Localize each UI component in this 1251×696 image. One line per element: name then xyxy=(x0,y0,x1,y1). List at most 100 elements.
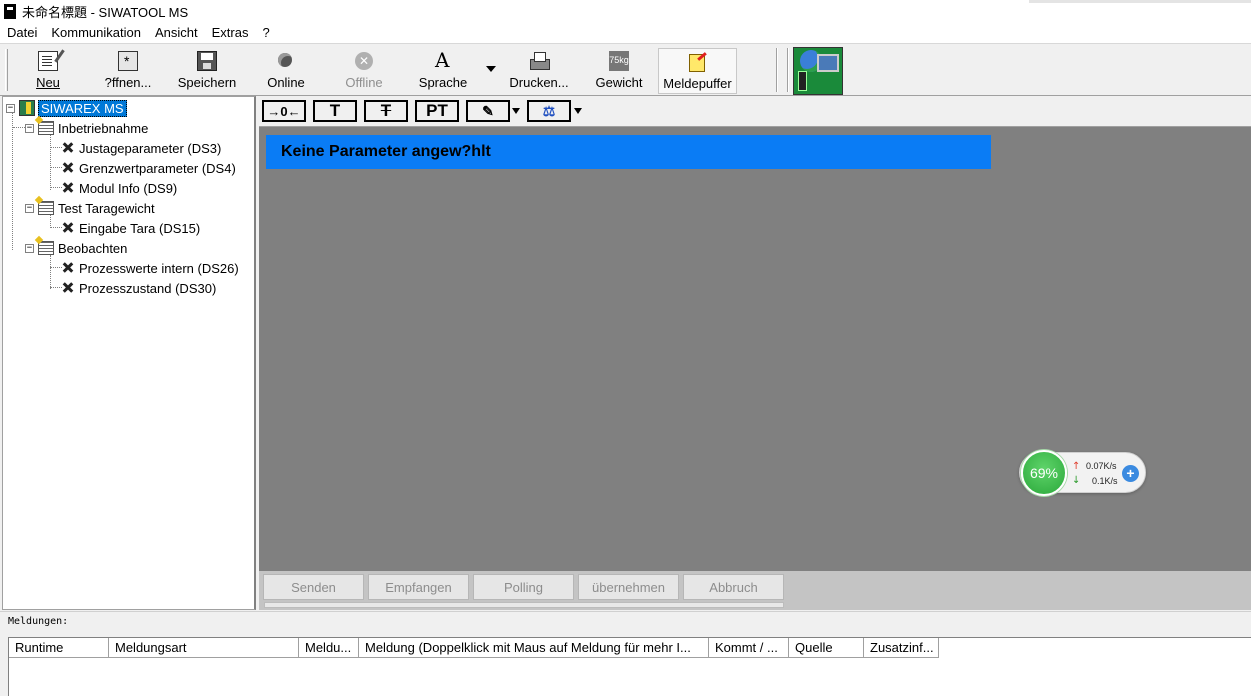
collapse-icon[interactable]: − xyxy=(25,243,34,253)
tree-item-test-taragewicht[interactable]: − Test Taragewicht xyxy=(25,198,155,218)
tree-item-label: Prozesswerte intern (DS26) xyxy=(79,260,239,276)
tree-item-justageparameter[interactable]: Justageparameter (DS3) xyxy=(61,138,221,158)
toolbar-separator xyxy=(787,48,789,92)
menu-bar: Datei Kommunikation Ansicht Extras ? xyxy=(0,22,1251,43)
tree-item-modul-info[interactable]: Modul Info (DS9) xyxy=(61,178,177,198)
menu-kommunikation[interactable]: Kommunikation xyxy=(44,25,148,40)
siwarex-logo-icon xyxy=(793,47,843,95)
open-folder-icon xyxy=(118,51,138,71)
network-speed-widget[interactable]: 69% ↑ 0.07K/s ↓ 0.1K/s + xyxy=(1019,450,1146,496)
tree-item-label: Modul Info (DS9) xyxy=(79,180,178,196)
column-header-additional-info[interactable]: Zusatzinf... xyxy=(864,638,939,658)
tree-item-inbetriebnahme[interactable]: − Inbetriebnahme xyxy=(25,118,148,138)
plus-icon[interactable]: + xyxy=(1122,465,1139,482)
tree-line xyxy=(12,112,13,250)
weight-button[interactable]: 75kg Gewicht xyxy=(590,48,648,94)
tree-item-root[interactable]: − SIWAREX MS xyxy=(6,98,127,118)
service-dropdown-arrow-icon[interactable] xyxy=(512,108,520,114)
title-bar-shadow xyxy=(1029,0,1251,3)
online-label: Online xyxy=(267,75,305,90)
app-icon xyxy=(4,3,16,19)
apply-button[interactable]: übernehmen xyxy=(578,574,679,600)
polling-button[interactable]: Polling xyxy=(473,574,574,600)
tare-button[interactable]: T xyxy=(313,100,357,122)
online-button[interactable]: Online xyxy=(258,48,314,94)
print-label: Drucken... xyxy=(509,75,569,90)
tree-item-grenzwertparameter[interactable]: Grenzwertparameter (DS4) xyxy=(61,158,236,178)
receive-button[interactable]: Empfangen xyxy=(368,574,469,600)
parameter-tools-icon xyxy=(61,161,75,175)
tree-item-prozesszustand[interactable]: Prozesszustand (DS30) xyxy=(61,278,216,298)
menu-ansicht[interactable]: Ansicht xyxy=(148,25,205,40)
collapse-icon[interactable]: − xyxy=(6,103,15,113)
printer-icon xyxy=(529,51,550,71)
offline-disconnect-icon xyxy=(354,51,374,71)
folder-group-icon xyxy=(38,241,54,255)
scale-balance-icon: ⚖ xyxy=(542,102,556,119)
tree-item-prozesswerte[interactable]: Prozesswerte intern (DS26) xyxy=(61,258,239,278)
print-button[interactable]: Drucken... xyxy=(506,48,572,94)
offline-button[interactable]: Offline xyxy=(336,48,392,94)
navigation-tree: − SIWAREX MS − Inbetriebnahme Justagepar… xyxy=(2,96,256,610)
tree-group-label: Test Taragewicht xyxy=(58,200,155,216)
tree-item-eingabe-tara[interactable]: Eingabe Tara (DS15) xyxy=(61,218,200,238)
menu-help[interactable]: ? xyxy=(255,25,276,40)
new-button[interactable]: Neu xyxy=(20,48,76,94)
usage-percent[interactable]: 69% xyxy=(1021,450,1067,496)
tree-item-label: Grenzwertparameter (DS4) xyxy=(79,160,236,176)
online-connect-icon xyxy=(276,51,296,71)
language-icon xyxy=(433,49,453,71)
scale-dropdown-arrow-icon[interactable] xyxy=(574,108,582,114)
cancel-button[interactable]: Abbruch xyxy=(683,574,784,600)
tree-item-label: Justageparameter (DS3) xyxy=(79,140,222,156)
open-button[interactable]: ?ffnen... xyxy=(96,48,160,94)
collapse-icon[interactable]: − xyxy=(25,203,34,213)
siwarex-module-icon xyxy=(19,100,35,116)
menu-datei[interactable]: Datei xyxy=(0,25,44,40)
download-speed: 0.1K/s xyxy=(1092,476,1118,486)
scale-button[interactable]: ⚖ xyxy=(527,100,571,122)
preset-tare-button[interactable]: PT xyxy=(415,100,459,122)
column-header-runtime[interactable]: Runtime xyxy=(9,638,109,658)
menu-extras[interactable]: Extras xyxy=(205,25,256,40)
tare-label: T xyxy=(329,101,341,120)
parameter-tools-icon xyxy=(61,221,75,235)
column-header-message-no[interactable]: Meldu... xyxy=(299,638,359,658)
cancel-label: Abbruch xyxy=(709,579,758,595)
language-dropdown-arrow-icon[interactable] xyxy=(486,66,496,72)
messages-panel: Meldungen: Runtime Meldungsart Meldu... … xyxy=(0,611,1251,696)
tree-item-label: Eingabe Tara (DS15) xyxy=(79,220,201,236)
title-bar: 未命名標題 - SIWATOOL MS xyxy=(0,0,1251,22)
send-button[interactable]: Senden xyxy=(263,574,364,600)
messages-table-header: Runtime Meldungsart Meldu... Meldung (Do… xyxy=(9,638,1251,658)
upload-speed: 0.07K/s xyxy=(1086,461,1117,471)
message-buffer-button[interactable]: Meldepuffer xyxy=(658,48,737,94)
upload-arrow-icon: ↑ xyxy=(1072,461,1081,472)
column-header-source[interactable]: Quelle xyxy=(789,638,864,658)
message-buffer-label: Meldepuffer xyxy=(663,76,732,91)
column-header-message-type[interactable]: Meldungsart xyxy=(109,638,299,658)
polling-label: Polling xyxy=(503,579,544,595)
collapse-icon[interactable]: − xyxy=(25,123,34,133)
parameter-tools-icon xyxy=(61,141,75,155)
language-button[interactable]: Sprache xyxy=(414,48,472,94)
window-title: 未命名標題 - SIWATOOL MS xyxy=(22,4,189,20)
tree-root-label: SIWAREX MS xyxy=(38,99,127,117)
column-header-message[interactable]: Meldung (Doppelklick mit Maus auf Meldun… xyxy=(359,638,709,658)
save-label: Speichern xyxy=(177,75,237,90)
service-tools-button[interactable]: ✎ xyxy=(466,100,510,122)
download-arrow-icon: ↓ xyxy=(1072,475,1081,486)
parameter-view: →0← T T PT ✎ ⚖ Keine Parameter angew?hlt… xyxy=(259,96,1251,610)
language-label: Sprache xyxy=(418,75,468,90)
delete-tare-button[interactable]: T xyxy=(364,100,408,122)
weight-label: Gewicht xyxy=(595,75,643,90)
column-header-comes-goes[interactable]: Kommt / ... xyxy=(709,638,789,658)
zero-set-button[interactable]: →0← xyxy=(262,100,306,122)
messages-table[interactable]: Runtime Meldungsart Meldu... Meldung (Do… xyxy=(8,637,1251,696)
messages-label: Meldungen: xyxy=(8,616,69,627)
tree-group-label: Inbetriebnahme xyxy=(58,120,149,136)
save-button[interactable]: Speichern xyxy=(172,48,242,94)
banner-text: Keine Parameter angew?hlt xyxy=(281,143,491,160)
tree-item-beobachten[interactable]: − Beobachten xyxy=(25,238,127,258)
toolbar-grip[interactable] xyxy=(5,49,8,91)
